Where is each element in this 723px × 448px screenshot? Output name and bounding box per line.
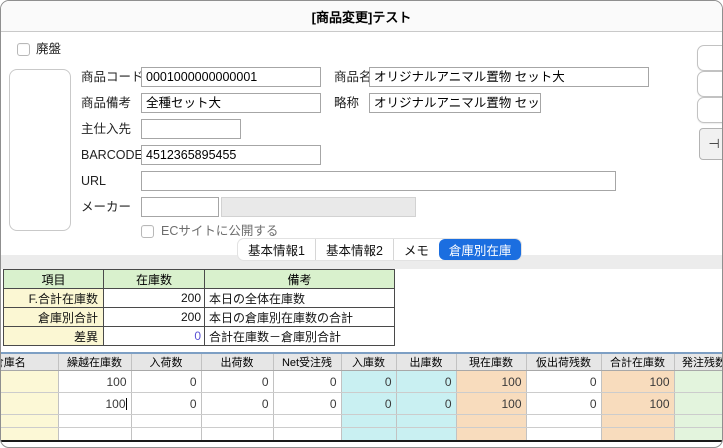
collapse-panel-button[interactable]: ⊣	[699, 128, 723, 160]
product-edit-window: [商品変更]テスト 廃盤 商品コード 0001000000000001 商品名 …	[0, 0, 723, 448]
summary-row-warehouse-total: 倉庫別合計 200 本日の倉庫別在庫数の合計	[4, 308, 395, 327]
side-button-2[interactable]	[697, 71, 723, 97]
product-note-label: 商品備考	[81, 93, 131, 113]
supplier-input[interactable]	[141, 119, 241, 139]
supplier-label: 主仕入先	[81, 119, 131, 139]
tab-memo[interactable]: メモ	[394, 239, 439, 260]
warehouse-name-cell[interactable]	[1, 371, 58, 393]
maker-name-field	[221, 197, 416, 217]
tab-bar: 基本情報1 基本情報2 メモ 倉庫別在庫	[238, 239, 521, 260]
summary-header-qty: 在庫数	[104, 270, 205, 289]
discontinued-label: 廃盤	[36, 39, 61, 59]
stock-empty-row	[1, 415, 723, 428]
warehouse-stock-table-wrap: 倉庫名 繰越在庫数 入荷数 出荷数 Net受注残 入庫数 出庫数 現在庫数 仮出…	[1, 352, 723, 442]
product-name-input[interactable]: オリジナルアニマル置物 セット大	[369, 67, 649, 87]
window-title: [商品変更]テスト	[312, 7, 412, 26]
stock-header-row: 倉庫名 繰越在庫数 入荷数 出荷数 Net受注残 入庫数 出庫数 現在庫数 仮出…	[1, 354, 723, 371]
editing-cell[interactable]: 100	[58, 393, 131, 415]
barcode-input[interactable]: 4512365895455	[141, 145, 321, 165]
discontinued-checkbox[interactable]	[17, 43, 30, 56]
product-note-input[interactable]: 全種セット大	[141, 93, 321, 113]
product-code-label: 商品コード	[81, 67, 144, 87]
summary-header-note: 備考	[205, 270, 395, 289]
stock-row-1: 100 0 0 0 0 0 100 0 100	[1, 371, 723, 393]
tab-left-icon: ⊣	[708, 136, 719, 152]
stock-empty-row	[1, 441, 723, 443]
summary-header-row: 項目 在庫数 備考	[4, 270, 395, 289]
warehouse-stock-table: 倉庫名 繰越在庫数 入荷数 出荷数 Net受注残 入庫数 出庫数 現在庫数 仮出…	[1, 354, 723, 442]
stock-row-2: 100 0 0 0 0 0 100 0 100	[1, 393, 723, 415]
side-button-3[interactable]	[697, 97, 723, 123]
summary-row-total: F.合計在庫数 200 本日の全体在庫数	[4, 289, 395, 308]
warehouse-name-cell[interactable]	[1, 393, 58, 415]
ec-publish-label: ECサイトに公開する	[161, 221, 278, 241]
ec-publish-checkbox[interactable]	[141, 225, 154, 238]
product-code-input[interactable]: 0001000000000001	[141, 67, 321, 87]
tab-basic-info-2[interactable]: 基本情報2	[316, 239, 394, 260]
abbreviation-label: 略称	[334, 93, 359, 113]
product-name-label: 商品名	[334, 67, 372, 87]
abbreviation-input[interactable]: オリジナルアニマル置物 セッ	[369, 93, 541, 113]
stock-empty-row	[1, 428, 723, 441]
maker-label: メーカー	[81, 197, 131, 217]
summary-row-difference: 差異 0 合計在庫数－倉庫別合計	[4, 327, 395, 346]
url-input[interactable]	[141, 171, 616, 191]
url-label: URL	[81, 171, 106, 191]
tab-basic-info-1[interactable]: 基本情報1	[238, 239, 316, 260]
summary-header-item: 項目	[4, 270, 104, 289]
window-titlebar[interactable]: [商品変更]テスト	[1, 1, 722, 32]
text-cursor	[126, 398, 127, 410]
barcode-label: BARCODE	[81, 145, 143, 165]
side-button-1[interactable]	[697, 45, 723, 71]
product-image-box[interactable]	[9, 69, 71, 231]
stock-summary-table: 項目 在庫数 備考 F.合計在庫数 200 本日の全体在庫数 倉庫別合計 200…	[3, 269, 395, 346]
maker-input[interactable]	[141, 197, 219, 217]
tab-warehouse-stock[interactable]: 倉庫別在庫	[439, 239, 522, 260]
